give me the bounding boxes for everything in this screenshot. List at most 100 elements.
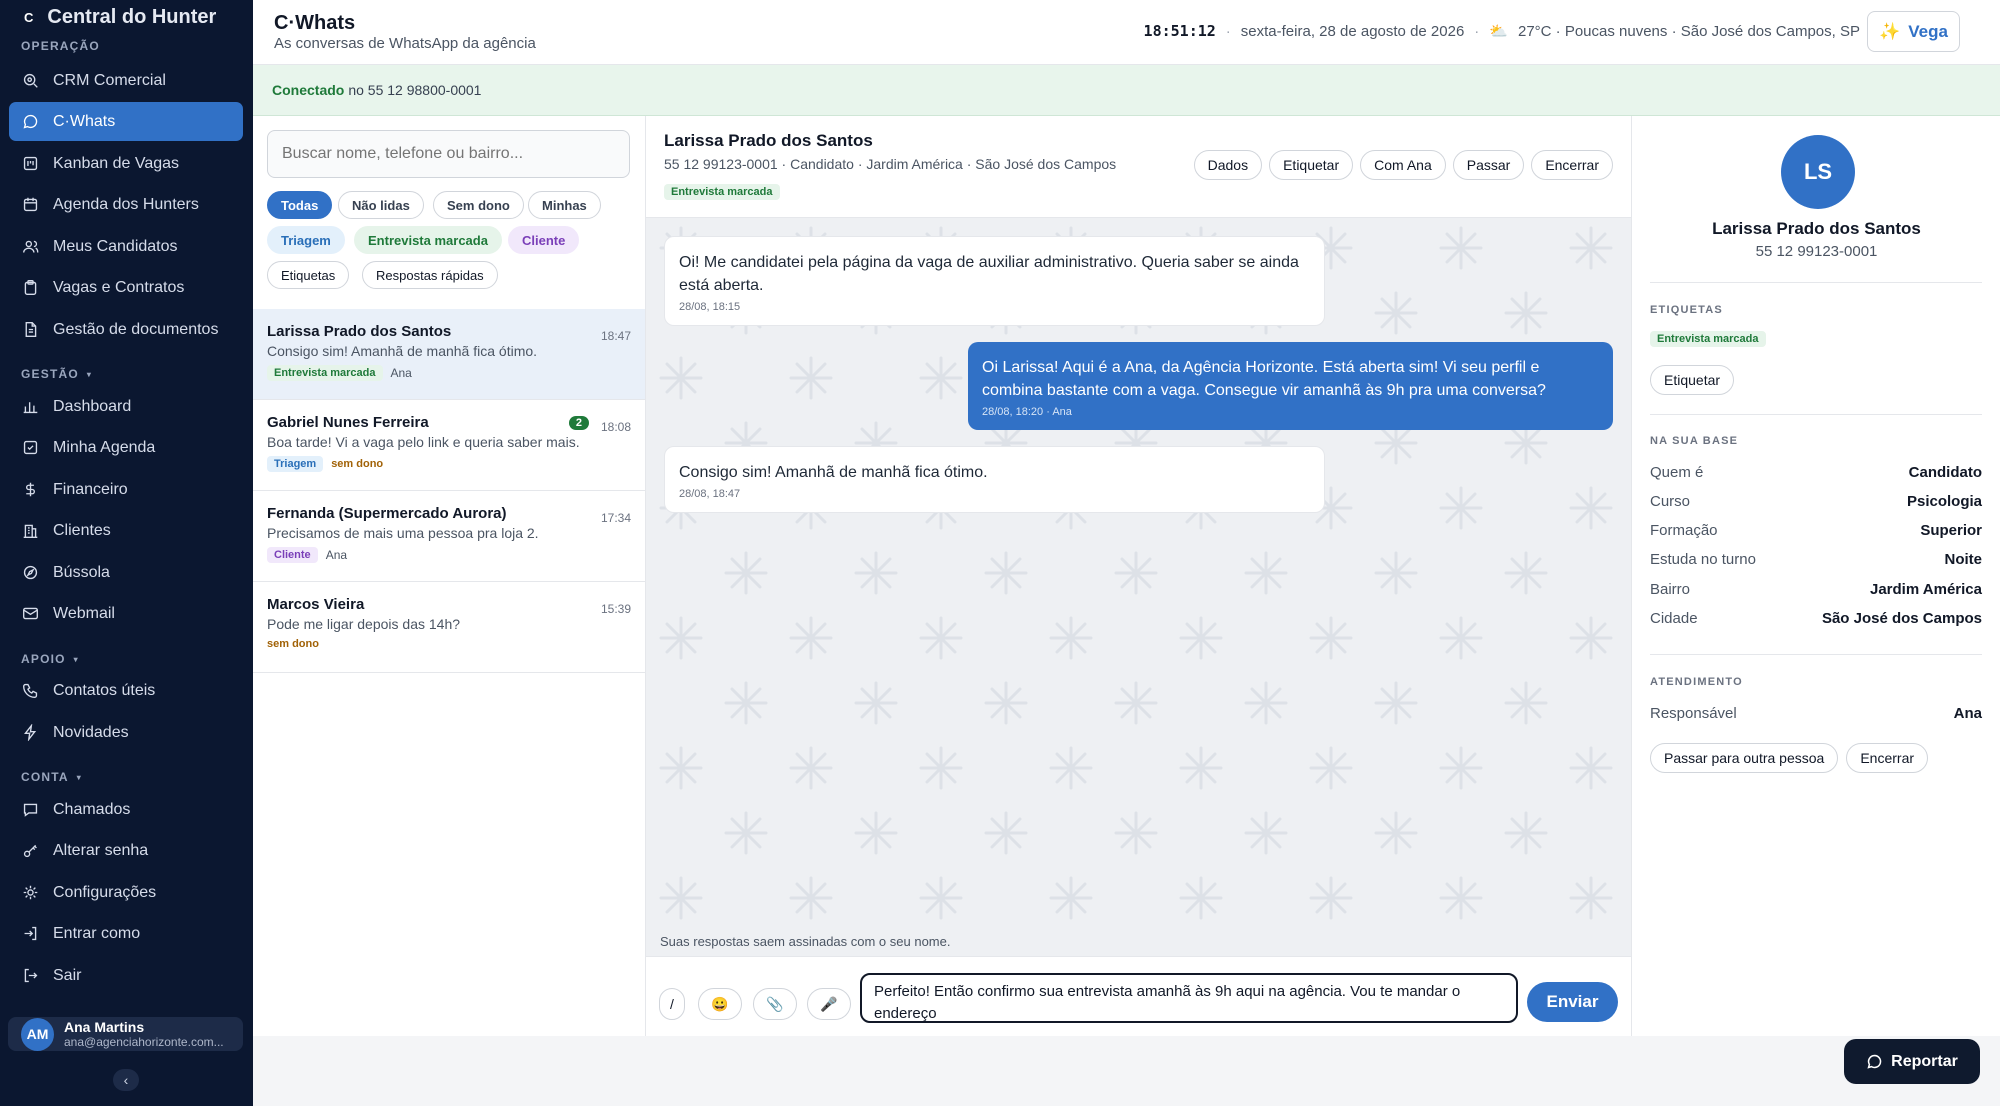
calendar-icon [23, 197, 38, 212]
bar-chart-icon [23, 402, 38, 414]
sidebar-item-chamados[interactable]: Chamados [9, 790, 243, 829]
section-conta[interactable]: CONTA ▾ [21, 770, 82, 784]
sidebar-item-bussola[interactable]: Bússola [9, 553, 243, 592]
send-button[interactable]: Enviar [1527, 982, 1618, 1022]
contact-name: Larissa Prado dos Santos [664, 131, 873, 150]
composer: / 😀 📎 🎤 Perfeito! Então confirmo sua ent… [646, 956, 1631, 1036]
logout-icon [24, 968, 38, 983]
etiquetas-button[interactable]: Etiquetas [267, 261, 350, 289]
search-input[interactable] [267, 130, 630, 178]
report-button[interactable]: Reportar [1844, 1039, 1980, 1084]
dollar-icon [26, 482, 35, 497]
field-bairro: Bairro Jardim América [1650, 581, 1982, 598]
sidebar-item-meus-candidatos[interactable]: Meus Candidatos [9, 227, 243, 266]
end-conversation-button[interactable]: Encerrar [1846, 743, 1929, 773]
kanban-icon [23, 156, 38, 171]
brand[interactable]: C Central do Hunter [24, 6, 216, 29]
respostas-rapidas-button[interactable]: Respostas rápidas [362, 261, 498, 289]
sidebar-item-minha-agenda[interactable]: Minha Agenda [9, 428, 243, 467]
sidebar-item-financeiro[interactable]: Financeiro [9, 470, 243, 509]
chat-header: Larissa Prado dos Santos 55 12 99123-000… [646, 116, 1631, 218]
dados-button[interactable]: Dados [1193, 150, 1263, 180]
base-title: NA SUA BASE [1650, 435, 1739, 447]
profile-name: Larissa Prado dos Santos [1712, 219, 1921, 238]
field-quem-e: Quem é Candidato [1650, 464, 1982, 481]
clipboard-icon [24, 280, 37, 295]
connection-status: Conectado [272, 82, 345, 98]
conversation-item[interactable]: Gabriel Nunes Ferreira Boa tarde! Vi a v… [253, 400, 645, 491]
message-area[interactable]: Oi! Me candidatei pela página da vaga de… [646, 218, 1631, 936]
atendimento-title: ATENDIMENTO [1650, 676, 1743, 688]
weather: 27°C · Poucas nuvens · São José dos Camp… [1517, 22, 1860, 40]
field-formacao: Formação Superior [1650, 522, 1982, 539]
encerrar-button[interactable]: Encerrar [1531, 150, 1613, 180]
user-card[interactable]: AM Ana Martins ana@agenciahorizonte.com.… [8, 1017, 243, 1051]
header-info: 18:51:12 · sexta-feira, 28 de agosto de … [1143, 22, 1860, 40]
filter-todas[interactable]: Todas [267, 191, 333, 219]
filter-triagem[interactable]: Triagem [267, 226, 345, 254]
emoji-icon[interactable]: 😀 [698, 988, 742, 1020]
pass-to-other-button[interactable]: Passar para outra pessoa [1650, 743, 1839, 773]
sidebar-item-kanban[interactable]: Kanban de Vagas [9, 144, 243, 183]
filter-cliente[interactable]: Cliente [508, 226, 580, 254]
mail-icon [23, 607, 38, 620]
com-ana-button[interactable]: Com Ana [1360, 150, 1446, 180]
passar-button[interactable]: Passar [1452, 150, 1525, 180]
login-icon [24, 926, 37, 941]
brand-name: Central do Hunter [47, 6, 217, 28]
page-title: C·Whats [274, 12, 356, 34]
sidebar-item-cwhats[interactable]: C·Whats [9, 102, 243, 141]
section-gestao[interactable]: GESTÃO ▾ [21, 367, 92, 381]
section-operacao: OPERAÇÃO [21, 39, 100, 53]
phone-icon [23, 683, 38, 698]
sidebar-item-documentos[interactable]: Gestão de documentos [9, 310, 243, 349]
header: C·Whats As conversas de WhatsApp da agên… [253, 0, 2000, 65]
slash-command-button[interactable]: / [659, 988, 685, 1020]
status-badge: Cliente [267, 547, 318, 563]
chat-icon [23, 803, 38, 817]
contact-details: 55 12 99123-0001 · Candidato · Jardim Am… [664, 156, 1117, 172]
sidebar-item-vagas-contratos[interactable]: Vagas e Contratos [9, 268, 243, 307]
conversation-item[interactable]: Marcos Vieira Pode me ligar depois das 1… [253, 582, 645, 673]
avatar: LS [1781, 135, 1855, 209]
sidebar: C Central do Hunter OPERAÇÃO CRM Comerci… [0, 0, 253, 1106]
attachment-icon[interactable]: 📎 [753, 988, 797, 1020]
sidebar-item-webmail[interactable]: Webmail [9, 594, 243, 633]
sidebar-item-configuracoes[interactable]: Configurações [9, 873, 243, 912]
sidebar-item-novidades[interactable]: Novidades [9, 713, 243, 752]
sidebar-item-contatos[interactable]: Contatos úteis [9, 671, 243, 710]
conversation-item[interactable]: Larissa Prado dos Santos Consigo sim! Am… [253, 309, 645, 400]
filter-sem-dono[interactable]: Sem dono [433, 191, 524, 219]
clock: 18:51:12 [1143, 22, 1216, 40]
vega-button[interactable]: ✨ Vega [1867, 11, 1960, 52]
brand-logo: C [24, 10, 34, 25]
filter-minhas[interactable]: Minhas [528, 191, 601, 219]
sidebar-item-crm[interactable]: CRM Comercial [9, 61, 243, 100]
sidebar-item-entrar-como[interactable]: Entrar como [9, 914, 243, 953]
avatar: AM [21, 1017, 54, 1051]
field-turno: Estuda no turno Noite [1650, 551, 1982, 568]
collapse-sidebar-button[interactable]: ‹ [113, 1069, 139, 1091]
filter-entrevista-marcada[interactable]: Entrevista marcada [354, 226, 502, 254]
sidebar-item-sair[interactable]: Sair [9, 956, 243, 995]
date: sexta-feira, 28 de agosto de 2026 [1240, 22, 1465, 40]
section-apoio[interactable]: APOIO ▾ [21, 652, 79, 666]
etiquetar-button[interactable]: Etiquetar [1269, 150, 1354, 180]
etiquetar-button[interactable]: Etiquetar [1650, 365, 1735, 395]
sidebar-item-agenda-hunters[interactable]: Agenda dos Hunters [9, 185, 243, 224]
sidebar-item-alterar-senha[interactable]: Alterar senha [9, 831, 243, 870]
connection-bar: Conectado no 55 12 98800-0001 [253, 65, 2000, 116]
sidebar-item-dashboard[interactable]: Dashboard [9, 387, 243, 426]
filter-nao-lidas[interactable]: Não lidas [338, 191, 424, 219]
connection-number: no 55 12 98800-0001 [348, 82, 482, 98]
message-input[interactable]: Perfeito! Então confirmo sua entrevista … [860, 973, 1518, 1023]
microphone-icon[interactable]: 🎤 [807, 988, 851, 1020]
search-icon [23, 73, 38, 88]
chat-icon [23, 114, 38, 129]
conversation-item[interactable]: Fernanda (Supermercado Aurora) Precisamo… [253, 491, 645, 582]
footer-area [253, 1036, 2000, 1106]
sparkle-icon: ✨ [1879, 21, 1901, 41]
document-icon [25, 322, 37, 337]
sidebar-item-clientes[interactable]: Clientes [9, 511, 243, 550]
users-icon [23, 240, 39, 253]
